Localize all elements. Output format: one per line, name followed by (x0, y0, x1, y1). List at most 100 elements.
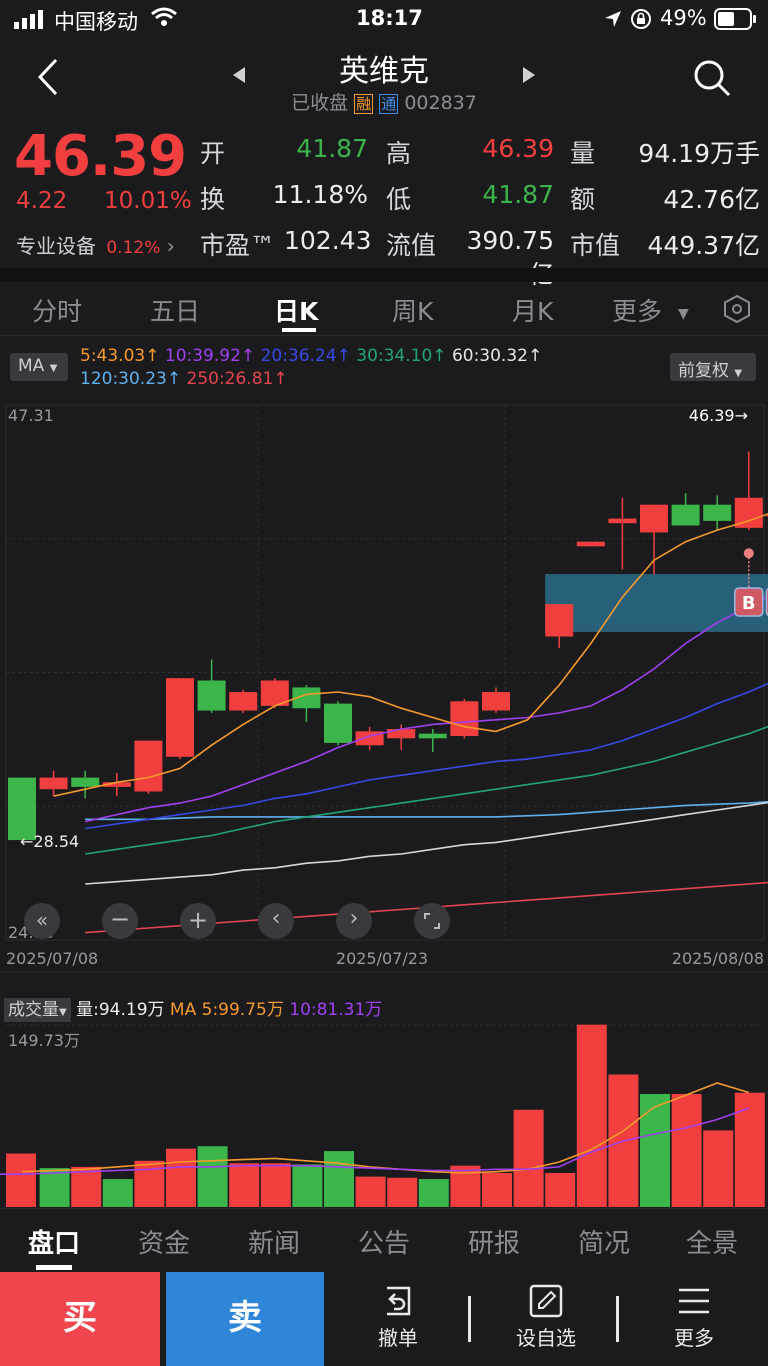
tab-profile[interactable]: 简况 (578, 1223, 630, 1260)
tab-news[interactable]: 新闻 (248, 1223, 300, 1260)
volume-bar (640, 1093, 670, 1207)
pe-label: 市盈™ (200, 231, 276, 260)
kline-svg: BBT47.3124.1846.39→←28.542025/07/082025/… (0, 404, 768, 1207)
candle-body (229, 692, 258, 711)
signal-dot (743, 548, 754, 559)
tab-research[interactable]: 研报 (468, 1223, 520, 1260)
add-watchlist-label: 设自选 (516, 1326, 576, 1350)
tab-weekly-k[interactable]: 周K (392, 292, 433, 328)
cancel-order-label: 撤单 (378, 1326, 418, 1350)
adjust-selector[interactable]: 前复权 ▼ (670, 353, 756, 381)
volume-bar (671, 1093, 702, 1207)
turnover-value: 11.18% (272, 180, 368, 209)
search-icon[interactable] (692, 58, 732, 102)
candle-body (545, 604, 574, 637)
candle-body (8, 777, 36, 841)
ma120-label: 120:30.23↑ (80, 369, 182, 389)
trade-toolbar: 买 卖 撤单 设自选 更多 (0, 1272, 768, 1366)
tab-five-day[interactable]: 五日 (150, 292, 200, 328)
date-label-mid: 2025/07/23 (336, 949, 428, 968)
divider (0, 268, 768, 282)
signal-label: B (742, 593, 756, 614)
fullscreen-icon[interactable] (414, 903, 450, 939)
tab-order-book[interactable]: 盘口 (28, 1223, 80, 1260)
wifi-icon (150, 6, 178, 34)
volume-ma5: MA 5:99.75万 (169, 1000, 284, 1020)
add-watchlist-button[interactable]: 设自选 (506, 1282, 586, 1351)
clock: 18:17 (356, 6, 423, 30)
tab-panorama[interactable]: 全景 (686, 1223, 738, 1260)
sector-link[interactable]: 专业设备 0.12% › (16, 230, 175, 259)
ma60-label: 60:30.32↑ (451, 346, 543, 366)
ma30-label: 30:34.10↑ (356, 346, 447, 366)
tab-intraday[interactable]: 分时 (32, 292, 82, 328)
candle-body (324, 703, 352, 743)
settings-hex-icon[interactable] (722, 294, 752, 328)
candle-body (450, 701, 479, 736)
float-cap-label: 流值 (386, 231, 437, 260)
volume-selector-label: 成交量 (8, 1000, 59, 1020)
volume-bar (197, 1146, 228, 1207)
candle-body (640, 504, 668, 533)
volume-bar (102, 1179, 133, 1207)
candle-body (197, 680, 226, 711)
pan-left-icon[interactable]: ‹ (258, 903, 294, 939)
location-icon (604, 9, 622, 34)
sector-name: 专业设备 (16, 234, 96, 258)
volume-ma10: 10:81.31万 (289, 1000, 383, 1020)
tab-daily-k[interactable]: 日K (274, 292, 318, 328)
volume-current: 量:94.19万 (76, 1000, 165, 1020)
back-icon[interactable] (36, 58, 60, 100)
volume-bar (355, 1176, 386, 1207)
cancel-order-button[interactable]: 撤单 (358, 1282, 438, 1351)
date-label-end: 2025/08/08 (672, 949, 764, 968)
tab-monthly-k[interactable]: 月K (512, 292, 553, 328)
price-change: 4.22 (16, 188, 68, 214)
more-label: 更多 (674, 1326, 714, 1350)
next-stock-icon[interactable] (522, 66, 536, 88)
volume-bar (418, 1179, 449, 1207)
chevron-right-icon: › (166, 234, 175, 258)
rotation-lock-icon (630, 8, 652, 36)
indicator-selector[interactable]: MA ▼ (10, 353, 68, 381)
low-value: 41.87 (482, 180, 554, 209)
more-button[interactable]: 更多 (654, 1282, 734, 1351)
candle-body (134, 740, 163, 792)
buy-button[interactable]: 买 (0, 1272, 160, 1366)
last-price: 46.39 (14, 124, 187, 189)
candle-body (576, 541, 605, 547)
volume-bar (513, 1109, 544, 1207)
ma-legend: 5:43.03↑ 10:39.92↑ 20:36.24↑ 30:34.10↑ 6… (80, 345, 660, 391)
candle-body (671, 504, 700, 526)
kline-chart-area[interactable]: MA ▼ 5:43.03↑ 10:39.92↑ 20:36.24↑ 30:34.… (0, 337, 768, 1207)
open-value: 41.87 (296, 134, 368, 163)
ma10-label: 10:39.92↑ (164, 346, 256, 366)
ma20-label: 20:36.24↑ (260, 346, 351, 366)
battery-percent: 49% (660, 6, 707, 30)
carrier: 中国移动 (54, 10, 138, 34)
tab-more[interactable]: 更多 (612, 292, 662, 328)
tab-announcements[interactable]: 公告 (358, 1223, 410, 1260)
caret-down-icon: ▼ (59, 1007, 67, 1018)
candle-body (39, 777, 68, 790)
volume-bar (6, 1153, 36, 1207)
price-change-pct: 10.01% (104, 188, 192, 214)
amount-label: 额 (570, 185, 596, 214)
rewind-icon[interactable]: « (24, 903, 60, 939)
sell-button[interactable]: 卖 (166, 1272, 324, 1366)
volume-selector[interactable]: 成交量▼ (4, 998, 71, 1022)
prev-stock-icon[interactable] (232, 66, 246, 88)
zoom-out-icon[interactable]: − (102, 903, 138, 939)
volume-bar (166, 1148, 196, 1207)
margin-badge: 融 (354, 94, 374, 114)
battery-icon (714, 8, 758, 36)
pan-right-icon[interactable]: › (336, 903, 372, 939)
signal-icon (14, 9, 48, 35)
low-price-marker: ←28.54 (20, 832, 79, 851)
active-tab-indicator (36, 1265, 72, 1270)
volume-bar (734, 1092, 765, 1207)
candle-body (608, 518, 637, 524)
stock-name: 英维克 (339, 54, 429, 89)
zoom-in-icon[interactable]: + (180, 903, 216, 939)
tab-capital-flow[interactable]: 资金 (138, 1223, 190, 1260)
